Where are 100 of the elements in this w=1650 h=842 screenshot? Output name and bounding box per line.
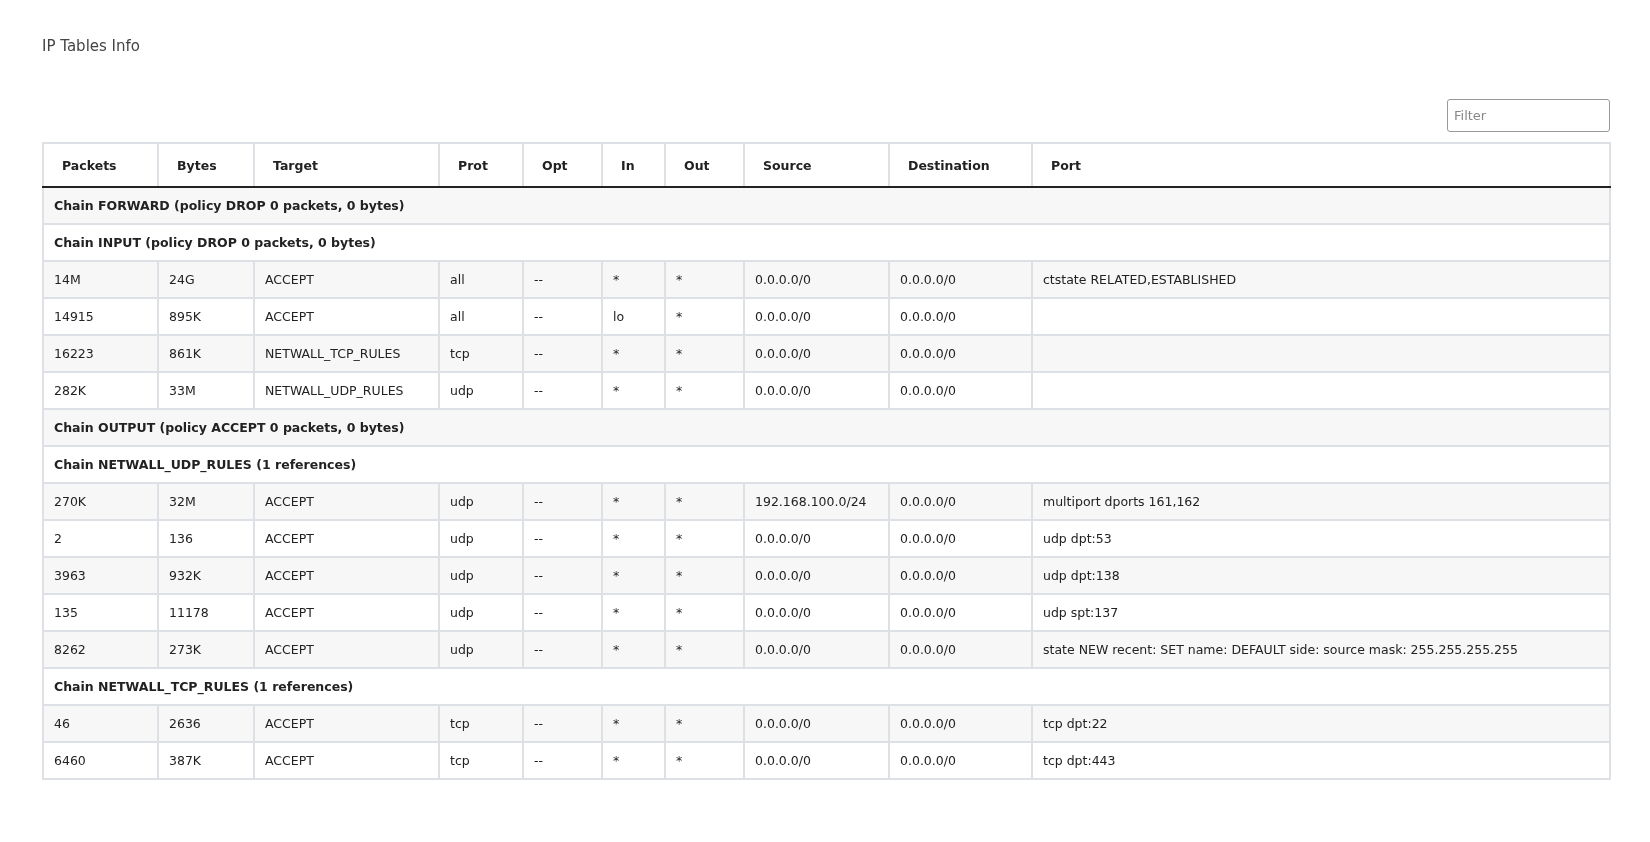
table-cell: -- [534, 309, 544, 324]
table-cell: tcp [450, 716, 470, 731]
table-cell: ACCEPT [265, 309, 314, 324]
table-cell: -- [534, 531, 544, 546]
table-cell: 387K [169, 753, 202, 768]
table-cell: -- [534, 272, 544, 287]
table-cell: 24G [169, 272, 195, 287]
table-cell: * [613, 753, 620, 768]
table-cell: * [613, 568, 620, 583]
table-cell: ACCEPT [265, 568, 314, 583]
table-cell: 8262 [54, 642, 86, 657]
table-cell: udp [450, 531, 474, 546]
table-cell: 0.0.0.0/0 [900, 494, 956, 509]
table-cell: ACCEPT [265, 531, 314, 546]
table-cell: -- [534, 494, 544, 509]
table-cell: 135 [54, 605, 78, 620]
table-cell: all [450, 309, 465, 324]
table-cell: udp [450, 568, 474, 583]
table-cell: 0.0.0.0/0 [900, 272, 956, 287]
table-cell: state NEW recent: SET name: DEFAULT side: source mask: 255.255.255.255 [1043, 642, 1518, 657]
table-cell: * [676, 346, 683, 361]
table-cell: 192.168.100.0/24 [755, 494, 867, 509]
table-cell: -- [534, 346, 544, 361]
table-cell: tcp dpt:443 [1043, 753, 1116, 768]
table-cell: 136 [169, 531, 193, 546]
filter-field[interactable]: Filter [1447, 99, 1610, 132]
table-cell: * [613, 605, 620, 620]
table-cell: 0.0.0.0/0 [900, 605, 956, 620]
chain-heading: Chain OUTPUT (policy ACCEPT 0 packets, 0 bytes) [54, 420, 405, 435]
table-cell: 46 [54, 716, 70, 731]
column-header[interactable]: Target [254, 143, 439, 187]
table-cell: multiport dports 161,162 [1043, 494, 1201, 509]
chain-heading: Chain NETWALL_UDP_RULES (1 references) [54, 457, 357, 472]
table-cell: 0.0.0.0/0 [900, 568, 956, 583]
table-cell: 0.0.0.0/0 [755, 568, 811, 583]
table-cell: 0.0.0.0/0 [755, 605, 811, 620]
table-cell: * [613, 346, 620, 361]
table-cell: ACCEPT [265, 753, 314, 768]
table-cell: -- [534, 605, 544, 620]
table-cell: 0.0.0.0/0 [900, 753, 956, 768]
table-cell: * [613, 716, 620, 731]
table-cell: * [676, 494, 683, 509]
table-cell: 32M [169, 494, 196, 509]
column-header[interactable]: Packets [43, 143, 158, 187]
table-cell: 3963 [54, 568, 86, 583]
table-cell: 0.0.0.0/0 [755, 272, 811, 287]
table-cell: * [613, 494, 620, 509]
table-cell: 282K [54, 383, 87, 398]
table-cell: lo [613, 309, 625, 324]
chain-heading: Chain NETWALL_TCP_RULES (1 references) [54, 679, 354, 694]
table-cell: NETWALL_TCP_RULES [265, 346, 401, 361]
table-cell: * [676, 753, 683, 768]
table-cell: 33M [169, 383, 196, 398]
table-cell: -- [534, 753, 544, 768]
table-cell: * [676, 383, 683, 398]
table-cell: * [676, 716, 683, 731]
table-cell: * [676, 605, 683, 620]
chain-heading: Chain FORWARD (policy DROP 0 packets, 0 bytes) [54, 198, 405, 213]
table-cell: 0.0.0.0/0 [755, 716, 811, 731]
table-cell: 0.0.0.0/0 [900, 531, 956, 546]
table-cell: udp [450, 642, 474, 657]
table-cell: tcp [450, 346, 470, 361]
table-cell: 0.0.0.0/0 [755, 642, 811, 657]
table-cell: * [613, 272, 620, 287]
chain-heading: Chain INPUT (policy DROP 0 packets, 0 bytes) [54, 235, 376, 250]
table-cell: * [613, 642, 620, 657]
table-cell: 0.0.0.0/0 [900, 346, 956, 361]
table-cell: -- [534, 383, 544, 398]
table-cell: 932K [169, 568, 202, 583]
table-cell: * [676, 272, 683, 287]
table-cell: udp dpt:138 [1043, 568, 1120, 583]
page-title: IP Tables Info [42, 37, 140, 55]
table-cell: ACCEPT [265, 494, 314, 509]
table-cell: 0.0.0.0/0 [755, 346, 811, 361]
table-cell: ctstate RELATED,ESTABLISHED [1043, 272, 1237, 287]
table-cell: 270K [54, 494, 87, 509]
table-cell: 14M [54, 272, 81, 287]
table-cell: 0.0.0.0/0 [755, 309, 811, 324]
table-cell: 2636 [169, 716, 201, 731]
table-cell: 895K [169, 309, 202, 324]
table-cell: 0.0.0.0/0 [900, 309, 956, 324]
table-cell: -- [534, 716, 544, 731]
table-cell: * [613, 531, 620, 546]
table-cell: 0.0.0.0/0 [755, 753, 811, 768]
table-cell: 0.0.0.0/0 [900, 716, 956, 731]
table-cell: udp [450, 494, 474, 509]
table-cell: -- [534, 642, 544, 657]
table-cell: udp dpt:53 [1043, 531, 1112, 546]
table-cell: * [676, 309, 683, 324]
table-cell: -- [534, 568, 544, 583]
column-header[interactable]: Port [1032, 143, 1610, 187]
table-cell: 14915 [54, 309, 94, 324]
table-cell: udp spt:137 [1043, 605, 1119, 620]
table-cell: all [450, 272, 465, 287]
table-cell: 0.0.0.0/0 [755, 531, 811, 546]
table-cell: udp [450, 605, 474, 620]
table-cell: 2 [54, 531, 62, 546]
table-cell: * [676, 568, 683, 583]
table-cell: 6460 [54, 753, 86, 768]
table-cell: ACCEPT [265, 272, 314, 287]
